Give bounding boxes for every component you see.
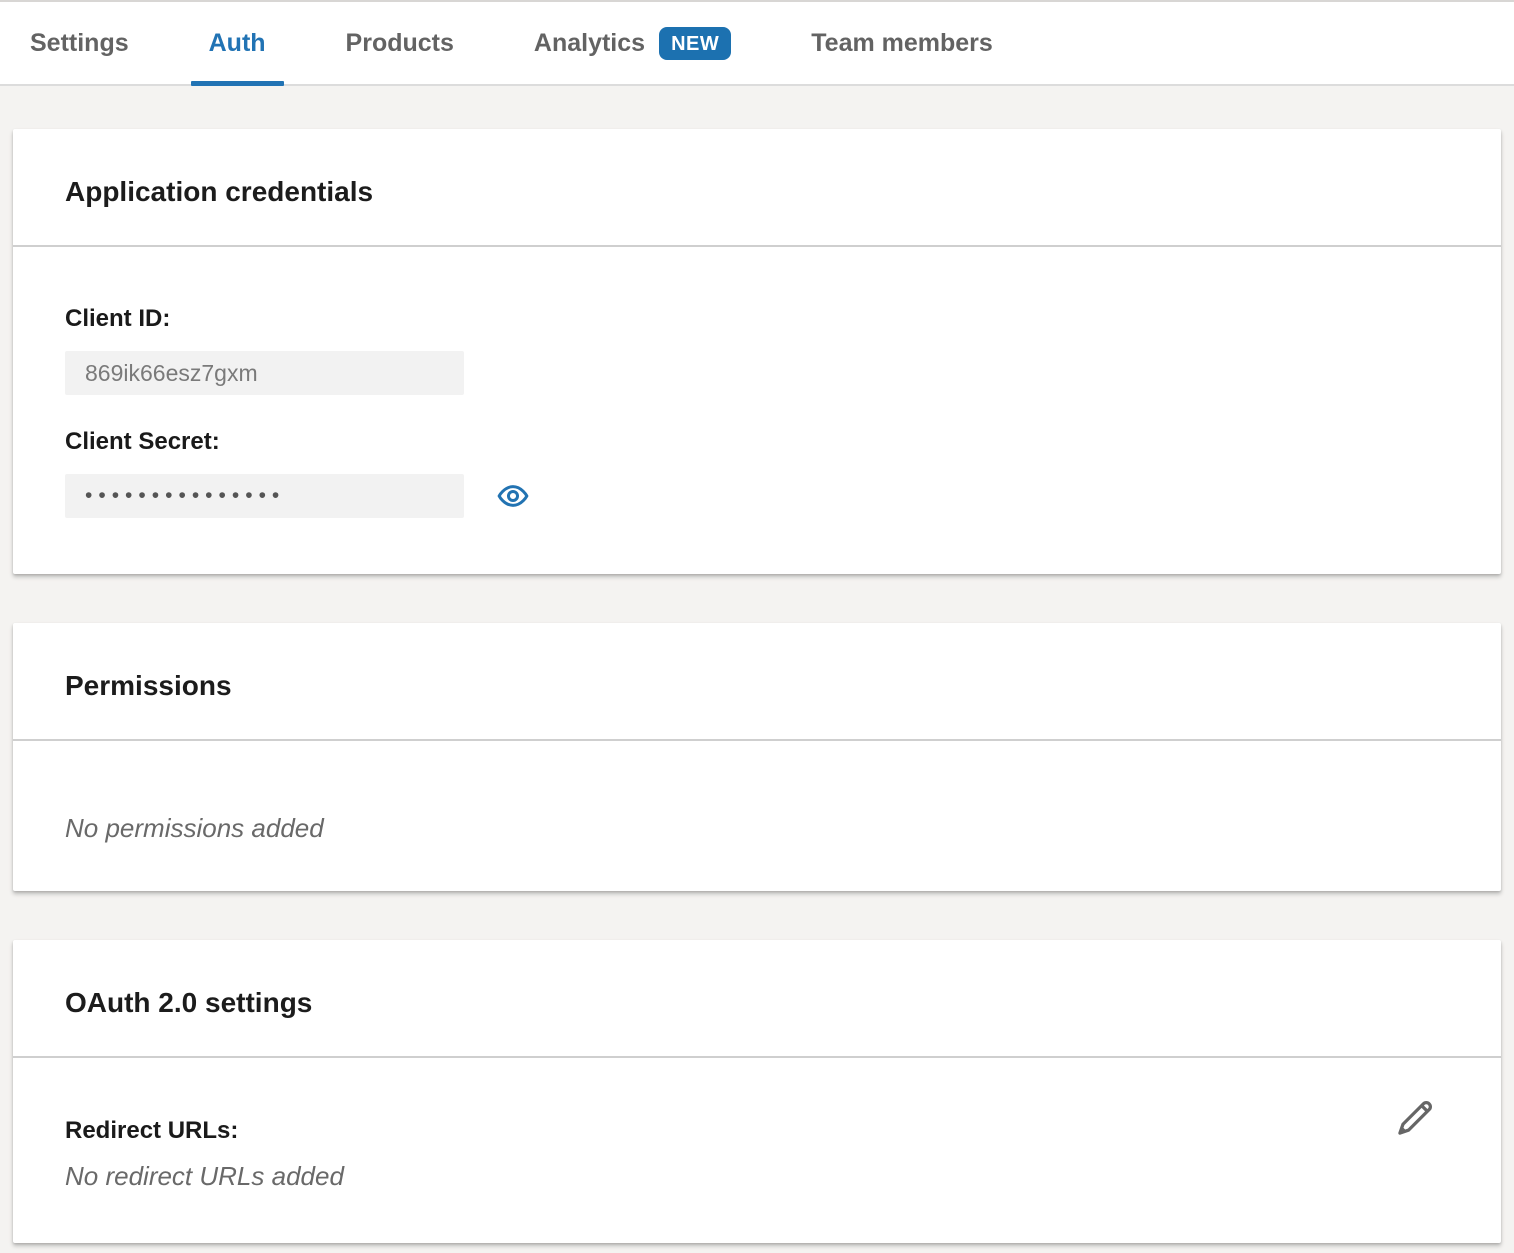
client-id-field[interactable]: [65, 351, 464, 395]
pencil-icon: [1393, 1128, 1439, 1143]
oauth-settings-body: Redirect URLs: No redirect URLs added: [13, 1058, 1501, 1243]
tab-bar: Settings Auth Products Analytics NEW Tea…: [0, 0, 1514, 86]
tab-auth[interactable]: Auth: [209, 2, 266, 84]
client-secret-row: [65, 474, 1449, 518]
redirect-urls-label: Redirect URLs:: [65, 1117, 1449, 1145]
tab-products[interactable]: Products: [346, 2, 454, 84]
application-credentials-card: Application credentials Client ID: Clien…: [13, 129, 1501, 574]
permissions-empty-text: No permissions added: [65, 813, 1449, 843]
tab-settings[interactable]: Settings: [30, 2, 129, 84]
oauth-settings-header: OAuth 2.0 settings: [13, 940, 1501, 1058]
redirect-urls-empty-text: No redirect URLs added: [65, 1161, 1449, 1191]
tab-team-members-label: Team members: [811, 29, 993, 58]
application-credentials-body: Client ID: Client Secret:: [13, 247, 1501, 574]
active-tab-underline: [191, 81, 284, 86]
tab-auth-label: Auth: [209, 29, 266, 58]
tab-team-members[interactable]: Team members: [811, 2, 993, 84]
tab-analytics-label: Analytics: [534, 29, 645, 58]
client-secret-label: Client Secret:: [65, 428, 1449, 456]
tab-settings-label: Settings: [30, 29, 129, 58]
reveal-secret-button[interactable]: [496, 479, 530, 513]
oauth-settings-title: OAuth 2.0 settings: [65, 986, 1449, 1020]
oauth-settings-card: OAuth 2.0 settings Redirect URLs: No red…: [13, 940, 1501, 1243]
permissions-card: Permissions No permissions added: [13, 623, 1501, 891]
permissions-header: Permissions: [13, 623, 1501, 741]
client-secret-field[interactable]: [65, 474, 464, 518]
application-credentials-title: Application credentials: [65, 175, 1449, 209]
spacer: [65, 395, 1449, 428]
client-id-label: Client ID:: [65, 305, 1449, 333]
application-credentials-header: Application credentials: [13, 129, 1501, 247]
main-content: Application credentials Client ID: Clien…: [0, 86, 1514, 1253]
eye-icon: [496, 501, 530, 516]
permissions-title: Permissions: [65, 669, 1449, 703]
tab-products-label: Products: [346, 29, 454, 58]
new-badge: NEW: [659, 27, 731, 60]
permissions-body: No permissions added: [13, 741, 1501, 891]
edit-redirect-urls-button[interactable]: [1393, 1094, 1439, 1140]
tab-analytics[interactable]: Analytics NEW: [534, 2, 731, 84]
